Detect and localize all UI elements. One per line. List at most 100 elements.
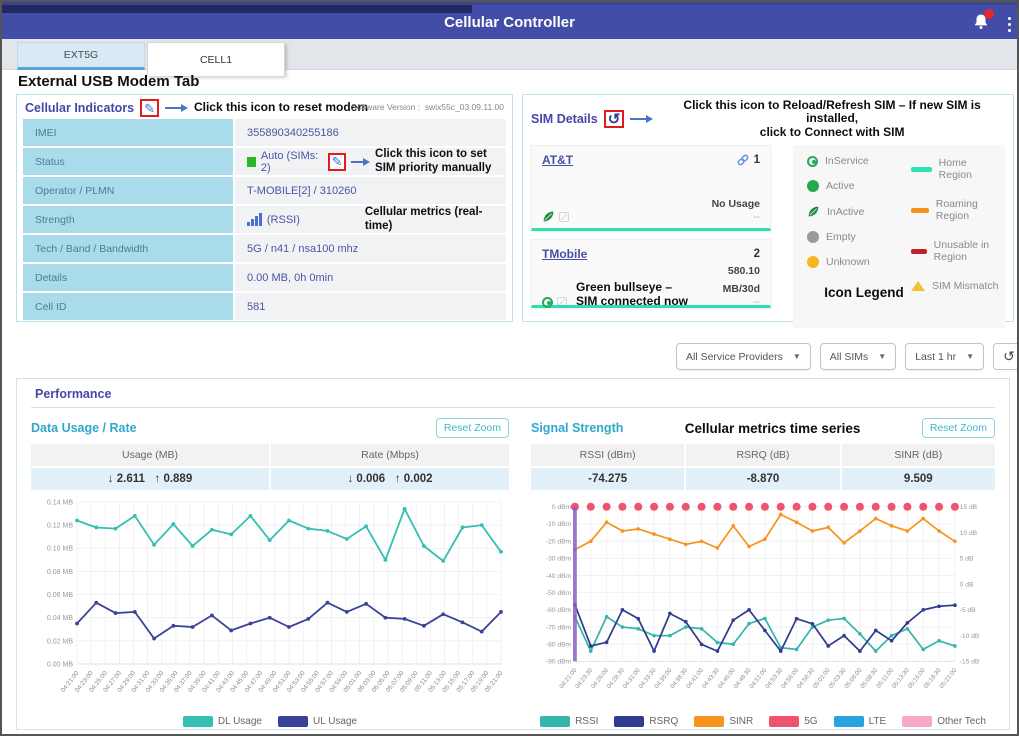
- sinr-value: 9.509: [842, 468, 995, 490]
- cellular-indicators-title: Cellular Indicators: [25, 101, 134, 115]
- tab-cell1[interactable]: CELL1: [147, 42, 285, 76]
- reset-zoom-button[interactable]: Reset Zoom: [436, 418, 509, 438]
- svg-text:0.10 MB: 0.10 MB: [47, 546, 73, 553]
- svg-text:0.14 MB: 0.14 MB: [47, 499, 73, 506]
- bullseye-annotation: Green bullseye – SIM connected now: [576, 281, 690, 309]
- sims-select[interactable]: All SIMs▼: [820, 343, 896, 370]
- legend-item-unusable-region: Unusable in Region: [911, 239, 999, 263]
- chevron-down-icon: ▼: [878, 352, 886, 361]
- legend-item-active: Active: [807, 180, 911, 192]
- svg-text:-70 dBm: -70 dBm: [546, 624, 572, 631]
- active-circle-icon: [807, 180, 819, 192]
- software-version: Software Version : swix55c_03.09.11.00: [351, 102, 504, 112]
- tab-bar: EXT5G CELL1: [2, 39, 1017, 70]
- notification-badge: [984, 9, 994, 19]
- inactive-leaf-icon: [807, 205, 820, 218]
- sim-usage-value: No Usage: [712, 198, 760, 210]
- svg-text:05:21:00: 05:21:00: [938, 666, 959, 690]
- unknown-circle-icon: [807, 256, 819, 268]
- cellular-indicators-panel: Cellular Indicators ✎ Click this icon to…: [16, 94, 513, 322]
- table-row: Operator / PLMN T-MOBILE[2] / 310260: [23, 177, 506, 204]
- sim-link-tmobile[interactable]: TMobile: [542, 247, 587, 261]
- data-usage-chart[interactable]: 04:21:0004:23:0004:25:0004:27:0004:29:00…: [31, 494, 509, 720]
- chevron-down-icon: ▼: [966, 352, 974, 361]
- usage-values: ↓ 2.611 ↑ 0.889: [31, 468, 269, 490]
- svg-text:0.02 MB: 0.02 MB: [47, 638, 73, 645]
- sim-link-att[interactable]: AT&T: [542, 153, 573, 167]
- svg-text:-10 dBm: -10 dBm: [546, 521, 572, 528]
- status-ok-icon: [247, 157, 256, 167]
- signal-chart-legend-row2: Cellular KPI Change: [531, 729, 995, 730]
- sim-details-panel: SIM Details ↺ Click this icon to Reload/…: [522, 94, 1014, 322]
- realtime-metrics-annotation: Cellular metrics (real-time): [365, 206, 506, 232]
- svg-text:-60 dBm: -60 dBm: [546, 607, 572, 614]
- status-value: Auto (SIMs: 2): [261, 150, 323, 174]
- legend-item-empty: Empty: [807, 231, 911, 243]
- pencil-icon: ✎: [332, 155, 343, 168]
- unusable-region-dash-icon: [911, 249, 927, 254]
- table-row: Status Auto (SIMs: 2) ✎ Click this icon …: [23, 148, 506, 175]
- signal-bars-icon: [247, 213, 262, 226]
- sim-secondary-icon: [558, 211, 570, 223]
- signal-strength-section: Signal Strength Cellular metrics time se…: [531, 416, 995, 730]
- table-row: Tech / Band / Bandwidth 5G / n41 / nsa10…: [23, 235, 506, 262]
- chart-filters: All Service Providers▼ All SIMs▼ Last 1 …: [676, 343, 1019, 370]
- annotation-arrow-icon: [630, 115, 653, 123]
- reset-zoom-button[interactable]: Reset Zoom: [922, 418, 995, 438]
- sim-card-att: AT&T 1: [531, 145, 771, 231]
- notifications-bell-icon[interactable]: [971, 12, 991, 32]
- strength-value: (RSSI): [267, 214, 300, 226]
- sim-card-list: AT&T 1: [531, 145, 771, 328]
- svg-text:0.06 MB: 0.06 MB: [47, 592, 73, 599]
- legend-item-inservice: InService: [807, 155, 911, 167]
- sim-usage-value: 580.10 MB/30d: [723, 265, 760, 295]
- overflow-menu-icon[interactable]: [1007, 14, 1012, 35]
- sim-inactive-leaf-icon: [542, 210, 555, 223]
- service-provider-select[interactable]: All Service Providers▼: [676, 343, 811, 370]
- reload-sim-button[interactable]: ↺: [604, 110, 625, 128]
- svg-text:0.12 MB: 0.12 MB: [47, 523, 73, 530]
- svg-text:-80 dBm: -80 dBm: [546, 642, 572, 649]
- legend-item-roaming-region: Roaming Region: [911, 198, 999, 222]
- data-usage-title: Data Usage / Rate: [31, 421, 137, 435]
- icon-legend-panel: InService Active InActive: [793, 145, 1005, 328]
- pencil-icon: ✎: [144, 102, 155, 115]
- sim-secondary-icon: [556, 296, 568, 308]
- svg-text:-40 dBm: -40 dBm: [546, 573, 572, 580]
- table-row: Cell ID 581: [23, 293, 506, 320]
- svg-text:-30 dBm: -30 dBm: [546, 556, 572, 563]
- reload-sim-annotation: Click this icon to Reload/Refresh SIM – …: [659, 99, 1005, 139]
- signal-strength-title: Signal Strength: [531, 421, 623, 435]
- rate-values: ↓ 0.006 ↑ 0.002: [271, 468, 509, 490]
- app-title: Cellular Controller: [2, 14, 1017, 31]
- table-row: Details 0.00 MB, 0h 0min: [23, 264, 506, 291]
- svg-text:-50 dBm: -50 dBm: [546, 590, 572, 597]
- refresh-charts-button[interactable]: ↺: [993, 343, 1019, 370]
- chevron-down-icon: ▼: [793, 352, 801, 361]
- data-usage-section: Data Usage / Rate Reset Zoom Usage (MB) …: [31, 416, 509, 730]
- page-heading: External USB Modem Tab: [18, 73, 199, 90]
- data-usage-stats: Usage (MB) Rate (Mbps) ↓ 2.611 ↑ 0.889 ↓…: [31, 444, 509, 490]
- icon-legend-title: Icon Legend: [793, 285, 935, 300]
- tab-ext5g[interactable]: EXT5G: [17, 42, 145, 70]
- cellular-indicators-table: IMEI 355890340255186 Status Auto (SIMs: …: [17, 119, 512, 320]
- sim-usage-sub: --: [712, 212, 760, 223]
- time-range-select[interactable]: Last 1 hr▼: [905, 343, 984, 370]
- time-series-annotation: Cellular metrics time series: [623, 421, 921, 436]
- svg-text:0 dB: 0 dB: [960, 581, 974, 588]
- sim-priority-edit-button[interactable]: ✎: [328, 153, 346, 171]
- signal-strength-chart[interactable]: 04:21:0004:23:3004:26:0004:28:3004:31:00…: [531, 494, 995, 720]
- reset-modem-button[interactable]: ✎: [140, 99, 159, 117]
- roaming-region-dash-icon: [911, 208, 929, 213]
- redacted-logo-area: [2, 5, 472, 13]
- svg-text:-10 dB: -10 dB: [960, 633, 980, 640]
- svg-text:0.00 MB: 0.00 MB: [47, 661, 73, 668]
- svg-text:-90 dBm: -90 dBm: [546, 659, 572, 666]
- empty-circle-icon: [807, 231, 819, 243]
- svg-text:0.08 MB: 0.08 MB: [47, 569, 73, 576]
- table-row: IMEI 355890340255186: [23, 119, 506, 146]
- svg-text:0.04 MB: 0.04 MB: [47, 615, 73, 622]
- reset-modem-annotation: Click this icon to reset modem: [194, 101, 368, 114]
- sim-slot-number: 2: [754, 248, 760, 260]
- cellular-controller-app: Cellular Controller EXT5G CELL1 External…: [0, 0, 1019, 736]
